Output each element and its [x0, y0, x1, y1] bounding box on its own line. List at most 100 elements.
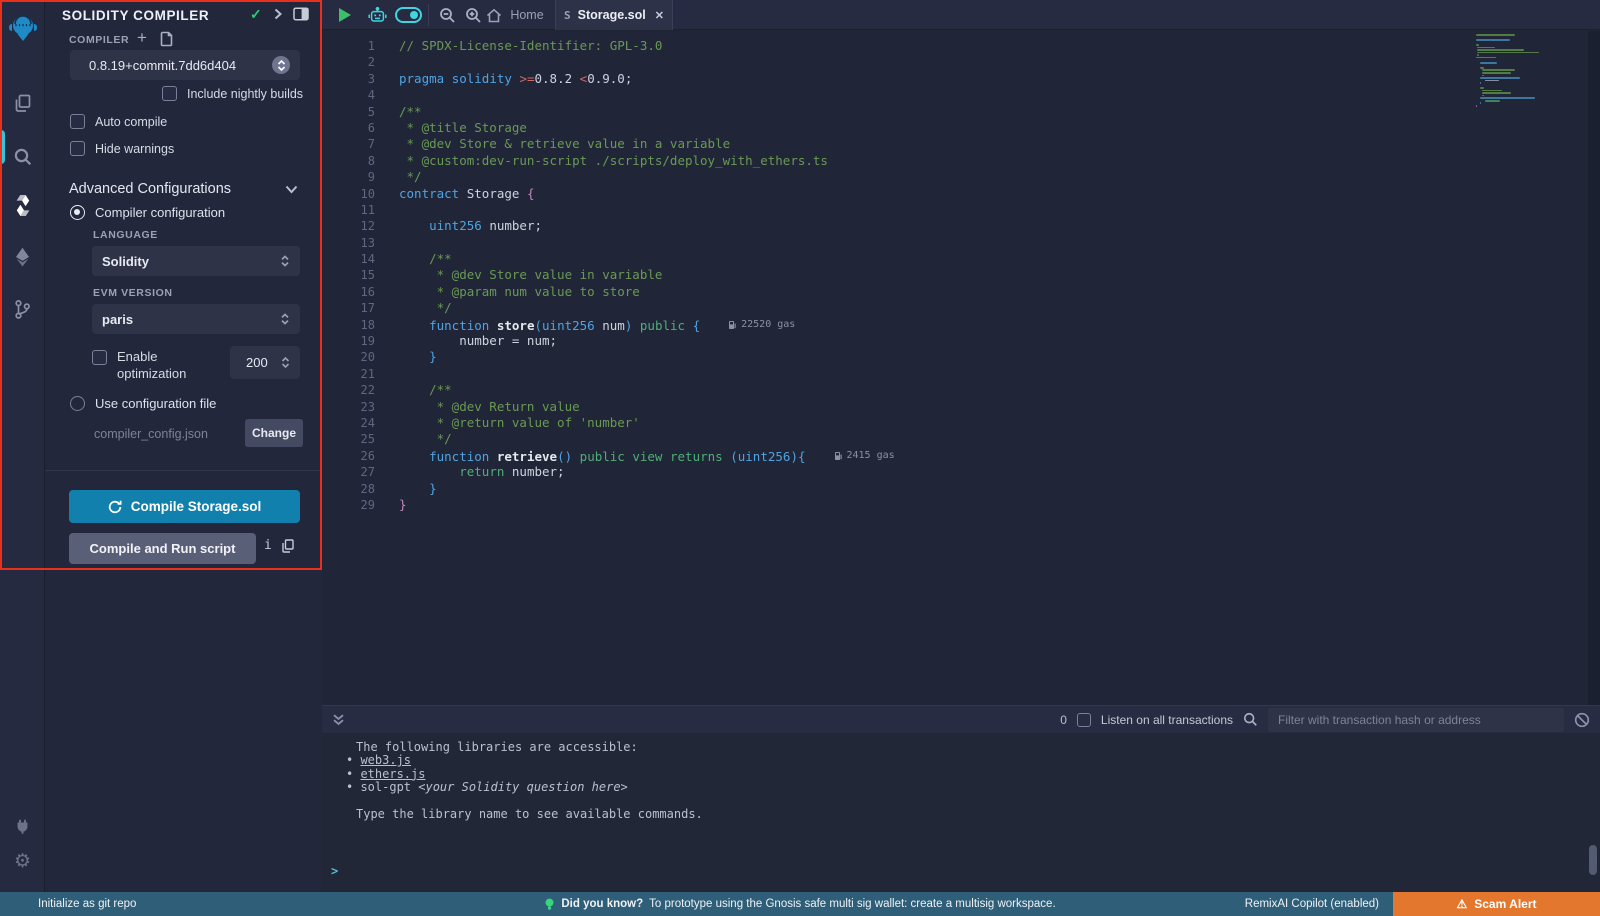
code-line[interactable]: 2	[322, 54, 1600, 70]
code-line[interactable]: 19 number = num;	[322, 333, 1600, 349]
minimap-line	[1480, 77, 1520, 79]
enable-optimization-checkbox[interactable]	[92, 350, 107, 365]
code-line[interactable]: 5/**	[322, 104, 1600, 120]
chevron-right-icon[interactable]	[273, 7, 283, 21]
hide-warnings-checkbox[interactable]	[70, 141, 85, 156]
pin-panel-icon[interactable]	[293, 7, 309, 21]
code-line[interactable]: 15 * @dev Store value in variable	[322, 267, 1600, 283]
line-number: 3	[322, 71, 378, 87]
tab-bar: Home S Storage.sol ✕	[322, 0, 1600, 30]
code-line[interactable]: 16 * @param num value to store	[322, 284, 1600, 300]
info-icon[interactable]: i	[264, 538, 272, 553]
change-config-button[interactable]: Change	[245, 419, 303, 447]
copilot-toggle[interactable]	[392, 0, 424, 30]
include-nightly-row: Include nightly builds	[162, 86, 303, 101]
line-number: 12	[322, 218, 378, 234]
code-text: /**	[399, 382, 452, 398]
listen-transactions-label: Listen on all transactions	[1101, 713, 1233, 727]
optimization-runs-input[interactable]: 200	[230, 346, 300, 379]
code-line[interactable]: 13	[322, 235, 1600, 251]
deploy-run-icon[interactable]	[0, 240, 45, 274]
library-link[interactable]: ethers.js	[360, 767, 425, 781]
code-line[interactable]: 6 * @title Storage	[322, 120, 1600, 136]
ai-copilot-robot-icon[interactable]	[364, 0, 390, 30]
compiler-version-select[interactable]: 0.8.19+commit.7dd6d404	[70, 50, 300, 80]
code-line[interactable]: 8 * @custom:dev-run-script ./scripts/dep…	[322, 153, 1600, 169]
terminal-scrollbar-thumb[interactable]	[1589, 845, 1597, 875]
minimap-line	[1476, 44, 1479, 46]
code-line[interactable]: 9 */	[322, 169, 1600, 185]
lightbulb-icon	[544, 898, 555, 911]
settings-gear-icon[interactable]: ⚙	[0, 844, 45, 878]
code-line[interactable]: 18 function store(uint256 num) public {2…	[322, 317, 1600, 333]
auto-compile-label: Auto compile	[95, 115, 167, 129]
code-line[interactable]: 4	[322, 87, 1600, 103]
language-select[interactable]: Solidity	[92, 246, 300, 276]
transaction-filter-input[interactable]	[1268, 708, 1564, 732]
code-line[interactable]: 29}	[322, 497, 1600, 513]
scam-alert-badge[interactable]: ⚠ Scam Alert	[1393, 892, 1600, 916]
git-init-button[interactable]: Initialize as git repo	[38, 898, 136, 910]
code-line[interactable]: 20 }	[322, 349, 1600, 365]
minimap[interactable]	[1476, 34, 1586, 107]
line-number: 21	[322, 366, 378, 382]
plugin-manager-icon[interactable]	[0, 808, 45, 842]
chevron-down-icon[interactable]	[285, 185, 298, 194]
open-file-icon[interactable]	[159, 31, 174, 47]
code-line[interactable]: 27 return number;	[322, 464, 1600, 480]
compiler-config-radio[interactable]	[70, 205, 85, 220]
code-line[interactable]: 7 * @dev Store & retrieve value in a var…	[322, 136, 1600, 152]
remix-logo[interactable]	[0, 8, 45, 48]
file-explorer-icon[interactable]	[0, 86, 45, 120]
tab-home[interactable]: Home	[472, 0, 558, 30]
include-nightly-checkbox[interactable]	[162, 86, 177, 101]
search-icon[interactable]	[0, 140, 45, 174]
code-line[interactable]: 14 /**	[322, 251, 1600, 267]
terminal-prompt[interactable]: >	[322, 865, 1600, 878]
minimap-line	[1482, 92, 1512, 94]
advanced-configurations-header[interactable]: Advanced Configurations	[69, 181, 231, 197]
library-link[interactable]: web3.js	[360, 753, 411, 767]
collapse-terminal-icon[interactable]	[332, 713, 345, 726]
code-line[interactable]: 10contract Storage {	[322, 186, 1600, 202]
git-branch-icon[interactable]	[0, 292, 45, 326]
code-line[interactable]: 3pragma solidity >=0.8.2 <0.9.0;	[322, 71, 1600, 87]
code-line[interactable]: 24 * @return value of 'number'	[322, 415, 1600, 431]
hide-warnings-row: Hide warnings	[70, 141, 174, 156]
evm-version-select[interactable]: paris	[92, 304, 300, 334]
compile-button[interactable]: Compile Storage.sol	[69, 490, 300, 523]
copilot-status[interactable]: RemixAI Copilot (enabled)	[1245, 898, 1379, 910]
code-line[interactable]: 25 */	[322, 431, 1600, 447]
compile-and-run-button[interactable]: Compile and Run script	[69, 533, 256, 564]
use-config-file-radio[interactable]	[70, 396, 85, 411]
compiler-label: COMPILER	[69, 34, 129, 46]
scam-alert-label: Scam Alert	[1474, 897, 1536, 911]
code-line[interactable]: 26 function retrieve() public view retur…	[322, 448, 1600, 464]
listen-transactions-checkbox[interactable]	[1077, 713, 1091, 727]
code-line[interactable]: 1// SPDX-License-Identifier: GPL-3.0	[322, 38, 1600, 54]
add-compiler-icon[interactable]: +	[137, 28, 147, 48]
minimap-line	[1485, 80, 1499, 82]
solidity-compiler-icon[interactable]	[0, 188, 45, 222]
zoom-out-icon[interactable]	[434, 0, 460, 30]
version-sort-icon	[272, 56, 290, 74]
code-line[interactable]: 28 }	[322, 481, 1600, 497]
copy-icon[interactable]	[281, 539, 294, 553]
code-line[interactable]: 23 * @dev Return value	[322, 399, 1600, 415]
code-line[interactable]: 17 */	[322, 300, 1600, 316]
code-line[interactable]: 22 /**	[322, 382, 1600, 398]
code-editor[interactable]: 1// SPDX-License-Identifier: GPL-3.023pr…	[322, 31, 1600, 705]
clear-console-icon[interactable]	[1574, 712, 1590, 728]
gas-estimate-badge: 2415 gas	[834, 448, 895, 464]
runs-stepper-icon[interactable]	[281, 357, 290, 368]
line-number: 17	[322, 300, 378, 316]
close-tab-icon[interactable]: ✕	[655, 9, 664, 22]
run-script-play-button[interactable]	[330, 0, 360, 30]
tab-storage-sol[interactable]: S Storage.sol ✕	[555, 0, 673, 30]
main-area: Home S Storage.sol ✕ 1// SPDX-License-Id…	[322, 0, 1600, 892]
auto-compile-checkbox[interactable]	[70, 114, 85, 129]
code-line[interactable]: 21	[322, 366, 1600, 382]
terminal-search-icon[interactable]	[1243, 712, 1258, 727]
code-line[interactable]: 12 uint256 number;	[322, 218, 1600, 234]
code-line[interactable]: 11	[322, 202, 1600, 218]
